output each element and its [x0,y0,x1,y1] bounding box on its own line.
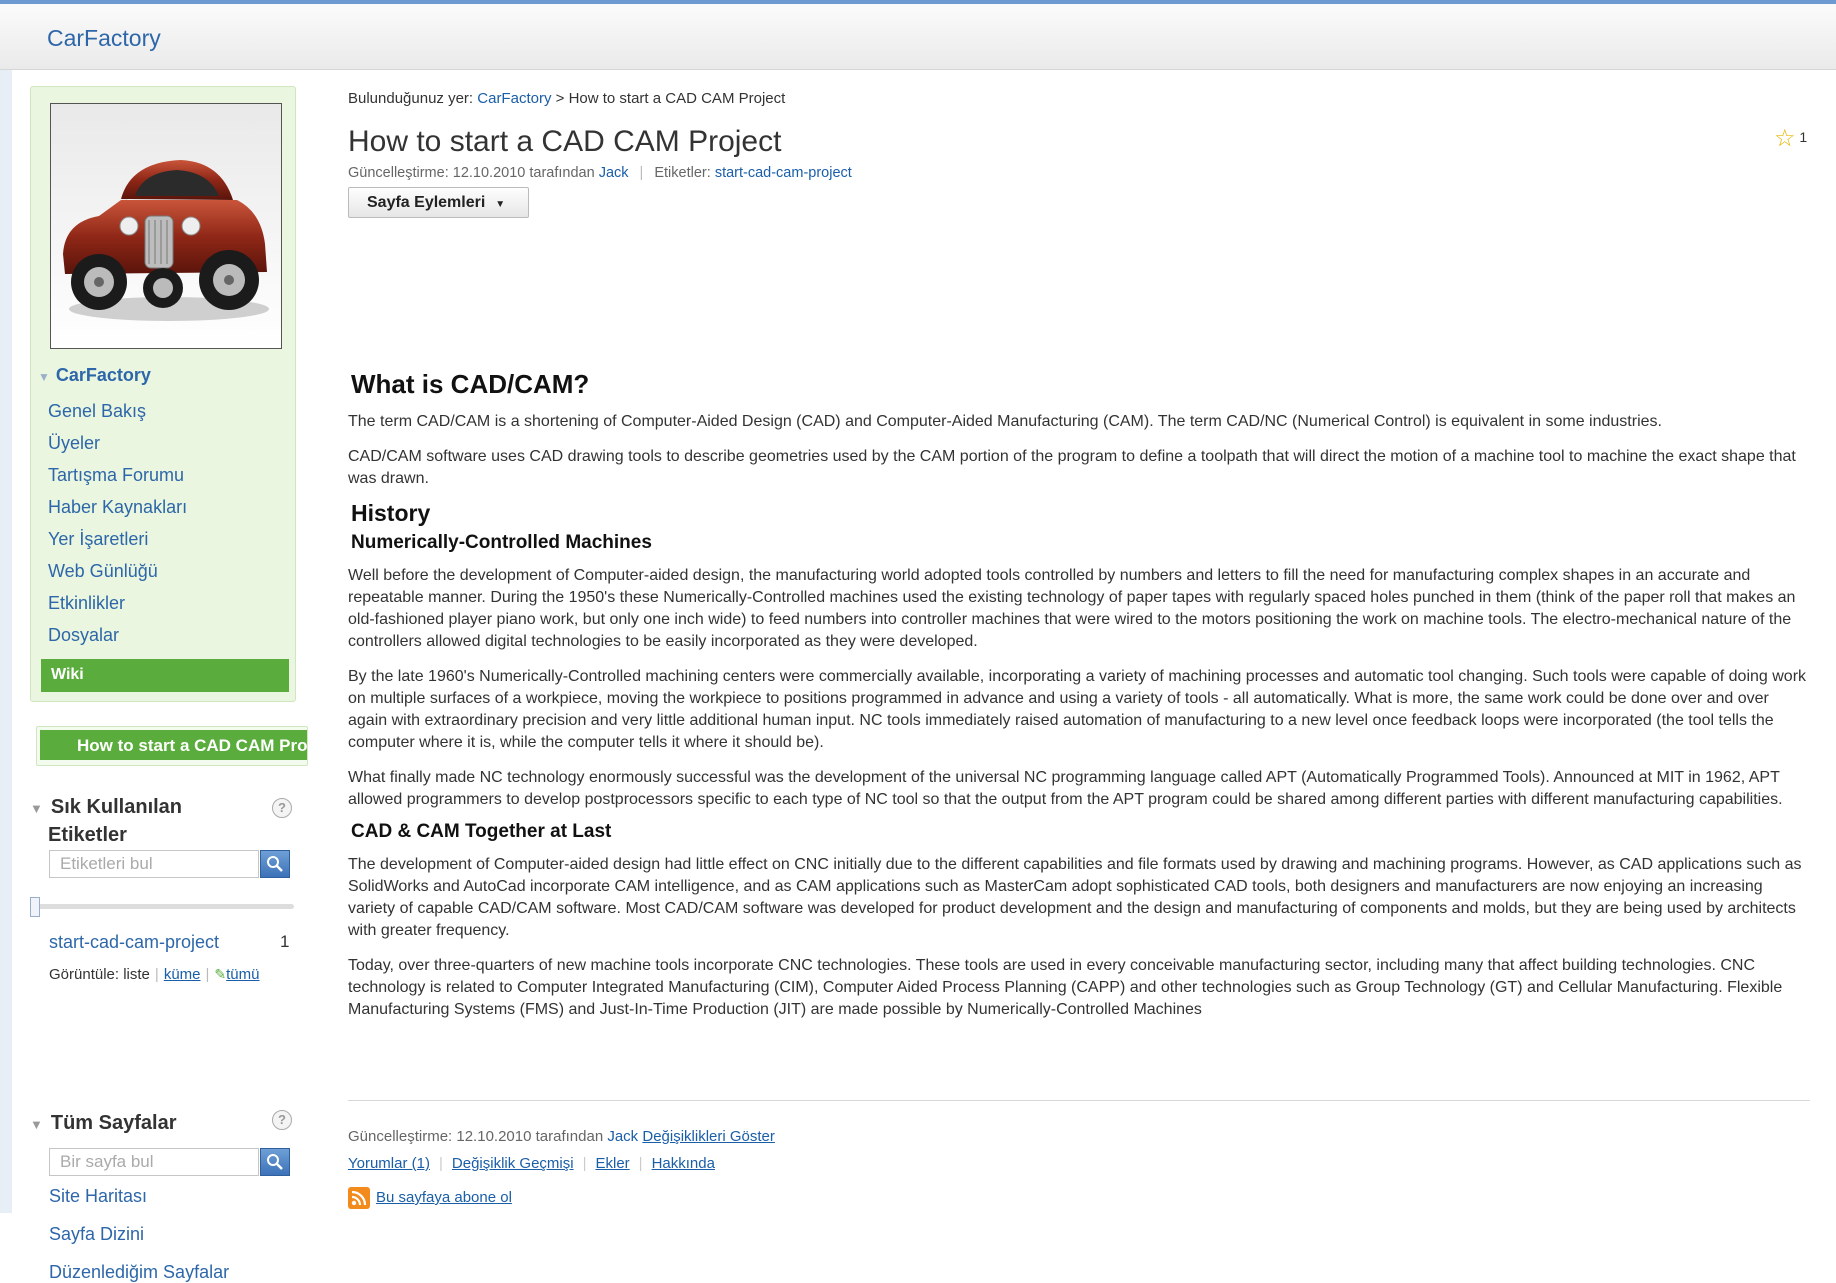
heading-history: History [351,500,431,526]
community-nav-box: ▼ CarFactory Genel Bakış Üyeler Tartışma … [30,86,296,702]
tag-count: 1 [280,932,290,951]
wiki-page-tree: How to start a CAD CAM Project [36,726,308,766]
heading-what-is-cadcam: What is CAD/CAM? [351,369,590,399]
sidebar-item-forum[interactable]: Tartışma Forumu [48,465,184,486]
collapse-triangle-icon[interactable]: ▼ [38,370,50,384]
tags-section-title[interactable]: ▼ Sık Kullanılan Etiketler [30,794,182,849]
sidebar-item-members[interactable]: Üyeler [48,433,100,454]
view-all-link[interactable]: tümü [226,966,259,983]
heading-cad-cam-together: CAD & CAM Together at Last [351,821,612,842]
collapse-triangle-icon[interactable]: ▼ [30,1117,43,1132]
car-image [51,104,281,348]
heading-nc-machines: Numerically-Controlled Machines [351,532,652,553]
paragraph: The development of Computer-aided design… [348,856,1802,939]
view-cloud-link[interactable]: küme [164,966,201,983]
wiki-article: What is CAD/CAM? The term CAD/CAM is a s… [348,366,1810,1021]
my-edited-pages-link[interactable]: Düzenlediğim Sayfalar [49,1262,229,1283]
divider [348,1100,1810,1101]
paragraph: CAD/CAM software uses CAD drawing tools … [348,448,1796,487]
search-icon [267,856,283,872]
search-icon [267,1154,283,1170]
paragraph: Today, over three-quarters of new machin… [348,957,1783,1018]
paragraph: Well before the development of Computer-… [348,567,1796,650]
footer-meta: Güncelleştirme: 12.10.2010 tarafından Ja… [348,1128,775,1145]
page-search-input[interactable] [49,1148,259,1176]
top-header: CarFactory [0,0,1836,70]
page-tag-link[interactable]: start-cad-cam-project [715,165,852,181]
subscribe-row: Bu sayfaya abone ol [348,1187,512,1209]
collapse-triangle-icon[interactable]: ▼ [30,801,43,816]
tag-frequency-slider-handle[interactable] [30,897,40,917]
paragraph: By the late 1960's Numerically-Controlle… [348,668,1807,751]
wiki-page-tree-item-current[interactable]: How to start a CAD CAM Project [40,730,307,760]
view-all-icon: ✎ [214,966,227,982]
breadcrumb: Bulunduğunuz yer: CarFactory > How to st… [348,90,786,107]
app-title-link[interactable]: CarFactory [47,25,161,52]
help-icon[interactable]: ? [272,1110,292,1130]
tag-frequency-slider-track[interactable] [30,904,294,909]
tag-view-options: Görüntüle: liste | küme | ✎tümü [49,966,260,983]
author-link[interactable]: Jack [599,165,629,181]
subscribe-link[interactable]: Bu sayfaya abone ol [376,1189,512,1206]
recommend-widget[interactable]: ☆ 1 [1774,124,1807,153]
page-search-button[interactable] [260,1148,290,1176]
rss-feed-icon[interactable] [348,1187,370,1209]
sidebar-item-files[interactable]: Dosyalar [48,625,119,646]
paragraph: The term CAD/CAM is a shortening of Comp… [348,413,1662,430]
sidebar-item-bookmarks[interactable]: Yer İşaretleri [48,529,148,550]
show-changes-link[interactable]: Değişiklikleri Göster [642,1128,775,1145]
breadcrumb-current: How to start a CAD CAM Project [568,90,786,107]
about-link[interactable]: Hakkında [652,1155,715,1172]
version-history-link[interactable]: Değişiklik Geçmişi [452,1155,574,1172]
sidebar-item-wiki[interactable]: Wiki [41,659,289,692]
tag-search-button[interactable] [260,850,290,878]
comments-link[interactable]: Yorumlar (1) [348,1155,430,1172]
recommend-count: 1 [1799,129,1808,146]
community-logo [50,103,282,349]
site-map-link[interactable]: Site Haritası [49,1186,147,1207]
attachments-link[interactable]: Ekler [595,1155,629,1172]
page-title: How to start a CAD CAM Project [348,125,782,158]
breadcrumb-link-community[interactable]: CarFactory [477,90,551,107]
footer-author-link[interactable]: Jack [607,1128,638,1145]
sidebar-item-feeds[interactable]: Haber Kaynakları [48,497,187,518]
tag-search-input[interactable] [49,850,259,878]
chevron-down-icon: ▼ [495,199,506,210]
pages-section-title[interactable]: ▼ Tüm Sayfalar [30,1110,176,1138]
paragraph: What finally made NC technology enormous… [348,769,1783,808]
tag-link[interactable]: start-cad-cam-project [49,932,219,953]
footer-tabs: Yorumlar (1) | Değişiklik Geçmişi | Ekler | Ha… [348,1155,715,1172]
page-actions-button[interactable]: Sayfa Eylemleri ▼ [348,187,529,218]
nav-group-title[interactable]: ▼ CarFactory [38,365,151,386]
page-index-link[interactable]: Sayfa Dizini [49,1224,144,1245]
page-meta: Güncelleştirme: 12.10.2010 tarafından Ja… [348,165,852,181]
sidebar-item-overview[interactable]: Genel Bakış [48,401,146,422]
left-edge-strip [0,70,12,1213]
sidebar-item-events[interactable]: Etkinlikler [48,593,125,614]
help-icon[interactable]: ? [272,798,292,818]
star-icon[interactable]: ☆ [1774,125,1796,152]
sidebar-item-blog[interactable]: Web Günlüğü [48,561,158,582]
